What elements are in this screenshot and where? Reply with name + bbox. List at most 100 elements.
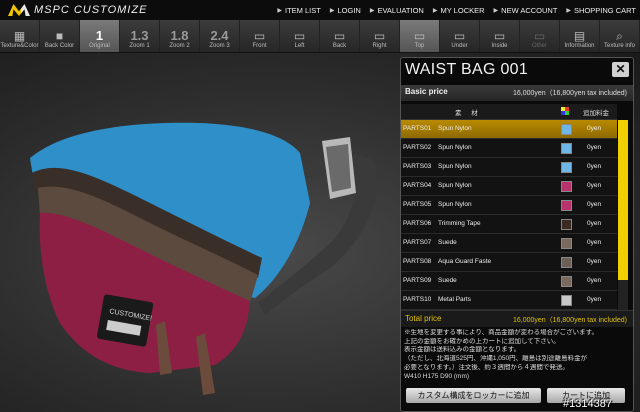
tool-label: Zoom 1	[129, 43, 150, 49]
column-material: 素 材	[455, 110, 482, 117]
nav-label: SHOPPING CART	[574, 5, 636, 15]
nav-label: MY LOCKER	[440, 5, 485, 15]
part-fee: 0yen	[587, 239, 602, 246]
nav-label: LOGIN	[337, 5, 361, 15]
basic-price-value: 16,000yen（16,800yen tax included)	[512, 90, 627, 97]
part-color-swatch[interactable]	[561, 200, 572, 211]
part-row[interactable]: PARTS06 Trimming Tape 0yen	[401, 215, 617, 234]
nav-evaluation[interactable]: ▶ EVALUATION	[370, 6, 424, 15]
view-top-icon: ▭	[413, 29, 426, 43]
part-row[interactable]: PARTS02 Spun Nylon 0yen	[401, 139, 617, 158]
back-color-icon: ■	[55, 29, 64, 43]
tool-original[interactable]: 1 Original	[80, 20, 120, 52]
tool-under[interactable]: ▭ Under	[440, 20, 480, 52]
view-front-icon: ▭	[253, 29, 266, 43]
part-color-swatch[interactable]	[561, 143, 572, 154]
part-row[interactable]: PARTS01 Spun Nylon 0yen	[401, 120, 617, 139]
arrow-icon: ▶	[493, 7, 499, 14]
parts-table-header: 素 材 追加料金	[401, 104, 617, 120]
nav-new-account[interactable]: ▶ NEW ACCOUNT	[494, 6, 558, 15]
part-fee: 0yen	[587, 163, 602, 170]
part-color-swatch[interactable]	[561, 257, 572, 268]
logo-mark-icon	[8, 4, 30, 16]
waist-bag-render: CUSTOMIZE!	[30, 122, 378, 395]
nav-login[interactable]: ▶ LOGIN	[330, 6, 361, 15]
column-extra-fee: 追加料金	[583, 110, 609, 117]
part-color-swatch[interactable]	[561, 162, 572, 173]
close-panel-button[interactable]: ✕	[612, 62, 629, 77]
nav-links: ▶ ITEM LIST ▶ LOGIN ▶ EVALUATION ▶ MY LOCKER…	[268, 0, 636, 20]
part-fee: 0yen	[587, 296, 602, 303]
tool-left[interactable]: ▭ Left	[280, 20, 320, 52]
zoom-level-value: 2.4	[210, 28, 229, 43]
nav-my-locker[interactable]: ▶ MY LOCKER	[433, 6, 485, 15]
part-color-swatch[interactable]	[561, 295, 572, 306]
tool-inside[interactable]: ▭ Inside	[480, 20, 520, 52]
part-code: PARTS07	[403, 239, 432, 246]
basic-price-label: Basic price	[405, 87, 448, 96]
tool-back[interactable]: ▭ Back	[320, 20, 360, 52]
price-notes: ※生地を変更する事により、商品金額が変わる場合がございます。 上記の金額をお確か…	[404, 329, 632, 381]
tool-front[interactable]: ▭ Front	[240, 20, 280, 52]
arrow-icon: ▶	[432, 7, 438, 14]
tool-zoom-3[interactable]: 2.4 Zoom 3	[200, 20, 240, 52]
part-color-swatch[interactable]	[561, 238, 572, 249]
add-to-locker-button[interactable]: カスタム構成をロッカーに追加	[406, 388, 541, 403]
nav-shopping-cart[interactable]: ▶ SHOPPING CART	[566, 6, 636, 15]
logo[interactable]: MSPC CUSTOMIZE	[8, 3, 147, 17]
note-line: W410 H175 D90 (mm)	[404, 372, 470, 380]
tool-label: Texture info	[603, 43, 636, 49]
parts-scrollbar-thumb[interactable]	[618, 120, 628, 280]
part-row[interactable]: PARTS07 Suede 0yen	[401, 234, 617, 253]
part-row[interactable]: PARTS04 Spun Nylon 0yen	[401, 177, 617, 196]
tool-right[interactable]: ▭ Right	[360, 20, 400, 52]
tool-label: Information	[564, 43, 595, 49]
part-material: Spun Nylon	[438, 163, 472, 170]
tool-texture-info[interactable]: ⌕ Texture info	[600, 20, 640, 52]
magnifier-icon: ⌕	[616, 29, 623, 43]
tool-other[interactable]: ▭ Other	[520, 20, 560, 52]
tool-zoom-2[interactable]: 1.8 Zoom 2	[160, 20, 200, 52]
view-inside-icon: ▭	[493, 29, 506, 43]
part-row[interactable]: PARTS08 Aqua Guard Faste 0yen	[401, 253, 617, 272]
arrow-icon: ▶	[369, 7, 375, 14]
tool-zoom-1[interactable]: 1.3 Zoom 1	[120, 20, 160, 52]
color-column-icon	[561, 107, 569, 115]
tool-label: Zoom 2	[169, 43, 190, 49]
tool-label: Original	[89, 43, 110, 49]
tool-label: Texture&Color	[0, 43, 39, 49]
tool-label: Top	[414, 43, 425, 49]
part-code: PARTS02	[403, 144, 432, 151]
zoom-level-value: 1.3	[130, 28, 149, 43]
part-code: PARTS08	[403, 258, 432, 265]
note-line: 上記の金額をお確かめの上カートに追加して下さい。	[404, 337, 560, 345]
tool-texture-color[interactable]: ▦ Texture&Color	[0, 20, 40, 52]
palette-icon: ▦	[13, 29, 26, 43]
part-row[interactable]: PARTS03 Spun Nylon 0yen	[401, 158, 617, 177]
tool-label: Other	[531, 43, 547, 49]
tool-label: Right	[372, 43, 387, 49]
tool-information[interactable]: ▤ Information	[560, 20, 600, 52]
logo-text: MSPC CUSTOMIZE	[34, 4, 148, 16]
part-row[interactable]: PARTS09 Suede 0yen	[401, 272, 617, 291]
arrow-icon: ▶	[566, 7, 572, 14]
part-color-swatch[interactable]	[561, 181, 572, 192]
part-code: PARTS01	[403, 125, 432, 132]
part-color-swatch[interactable]	[561, 219, 572, 230]
tool-back-color[interactable]: ■ Back Color	[40, 20, 80, 52]
part-material: Spun Nylon	[438, 125, 472, 132]
part-code: PARTS05	[403, 201, 432, 208]
tool-top[interactable]: ▭ Top	[400, 20, 440, 52]
arrow-icon: ▶	[277, 7, 283, 14]
tool-label: Zoom 3	[209, 43, 230, 49]
part-row[interactable]: PARTS10 Metal Parts 0yen	[401, 291, 617, 310]
basic-price-row: Basic price 16,000yen（16,800yen tax incl…	[401, 85, 633, 101]
part-color-swatch[interactable]	[561, 124, 572, 135]
part-code: PARTS03	[403, 163, 432, 170]
part-row[interactable]: PARTS05 Spun Nylon 0yen	[401, 196, 617, 215]
product-title: WAIST BAG 001	[405, 61, 529, 78]
part-fee: 0yen	[587, 220, 602, 227]
part-color-swatch[interactable]	[561, 276, 572, 287]
tool-label: Front	[252, 43, 267, 49]
nav-item-list[interactable]: ▶ ITEM LIST	[277, 6, 320, 15]
